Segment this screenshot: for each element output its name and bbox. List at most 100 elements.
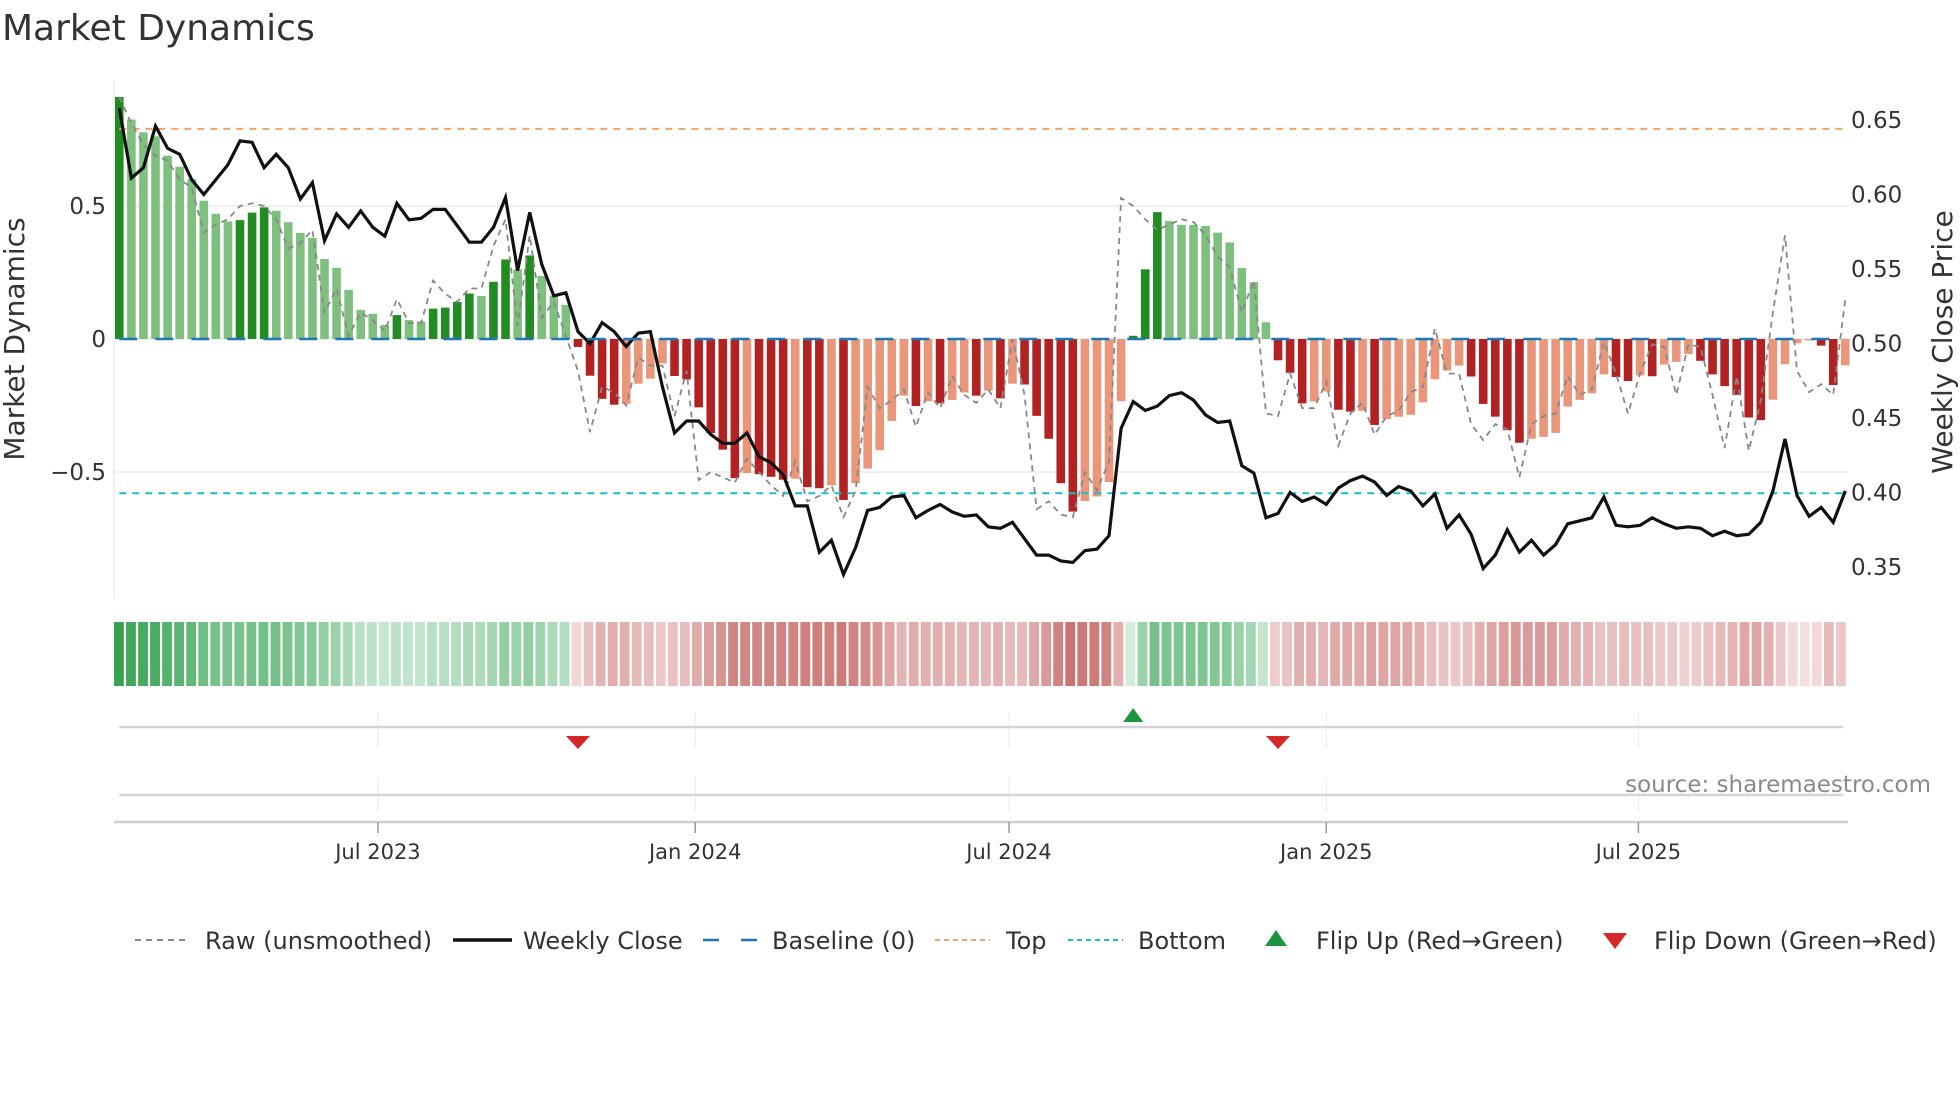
legend-label: Weekly Close [523, 927, 683, 955]
y-tick-label: −0.5 [50, 460, 106, 486]
x-tick-label: Jan 2024 [647, 840, 742, 864]
dynamics-bar [1261, 322, 1271, 339]
dynamics-bar [489, 281, 498, 339]
dynamics-bar [368, 313, 378, 339]
heatmap-cell [1257, 622, 1268, 686]
legend-label: Flip Up (Red→Green) [1316, 927, 1564, 955]
legend-item-flip_up: Flip Up (Red→Green) [1265, 927, 1564, 955]
dynamics-bar [1418, 339, 1428, 403]
heatmap-cell [1426, 622, 1437, 686]
dynamics-bar [440, 307, 450, 339]
heatmap-cell [1077, 622, 1088, 686]
dynamics-bar [428, 308, 438, 339]
heatmap-cell [174, 622, 185, 686]
heatmap-cell [390, 622, 401, 686]
dynamics-bar [211, 213, 221, 339]
heatmap-cell [812, 622, 823, 686]
dynamics-bar [911, 339, 921, 407]
y-tick-label: 0.5 [69, 194, 106, 220]
dynamics-bar [839, 339, 848, 500]
dynamics-bar [706, 339, 716, 434]
heatmap-cell [1462, 622, 1473, 686]
heatmap-cell [920, 622, 931, 686]
dynamics-bar [175, 166, 184, 339]
dynamics-bar [235, 220, 245, 339]
heatmap-cell [1005, 622, 1015, 686]
dynamics-bar [452, 302, 462, 339]
heatmap-cell [354, 622, 365, 686]
heatmap-cell [716, 622, 726, 686]
dynamics-bar [1768, 339, 1778, 400]
heatmap-cell [1474, 622, 1485, 686]
x-tick-label: Jul 2025 [1594, 840, 1681, 864]
heatmap-cell [776, 622, 787, 686]
heatmap-cell [1270, 622, 1280, 686]
dynamics-bar [320, 258, 329, 339]
heatmap-cell [114, 622, 124, 686]
dynamics-bar [1358, 339, 1367, 411]
heatmap-cell [667, 622, 678, 686]
legend-item-top: Top [935, 927, 1047, 955]
y2-tick-label: 0.50 [1851, 332, 1902, 358]
heatmap-cell [1811, 622, 1822, 686]
heatmap-cell [1414, 622, 1425, 686]
dynamics-bar [1382, 339, 1391, 420]
heatmap-cell [1342, 622, 1353, 686]
raw-line [118, 96, 1847, 520]
dynamics-bar [1478, 339, 1488, 404]
heatmap-cell [1775, 622, 1786, 686]
x-tick-label: Jul 2023 [333, 840, 420, 864]
dynamics-bar [1466, 339, 1476, 377]
heatmap-cell [415, 622, 425, 686]
dynamics-bar [875, 339, 885, 451]
heatmap-cell [234, 622, 245, 686]
dynamics-bar [1334, 339, 1343, 410]
heatmap-cell [1522, 622, 1533, 686]
heatmap-cell [1510, 622, 1521, 686]
heatmap-cell [1486, 622, 1497, 686]
dynamics-bar [1406, 339, 1416, 415]
heatmap-cell [1173, 622, 1184, 686]
dynamics-bar [996, 339, 1005, 399]
y2-tick-label: 0.60 [1851, 183, 1902, 209]
heatmap-cell [860, 622, 871, 686]
weekly-close-line [117, 107, 1847, 579]
dynamics-bar [1201, 225, 1210, 339]
heatmap-cell [1197, 622, 1208, 686]
heatmap-cell [1823, 622, 1834, 686]
heatmap-cell [704, 622, 714, 686]
heatmap-cell [583, 622, 594, 686]
dynamics-bar [670, 339, 679, 376]
dynamics-bar [1213, 232, 1222, 339]
heatmap-cell [1390, 622, 1401, 686]
heatmap-cell [1185, 622, 1196, 686]
heatmap-cell [403, 622, 413, 686]
heatmap-cell [1727, 622, 1738, 686]
dynamics-bar [730, 339, 740, 479]
dynamics-bar [1056, 339, 1066, 484]
legend-label: Flip Down (Green→Red) [1654, 927, 1937, 955]
y-tick-label: 0 [91, 327, 106, 353]
heatmap-cell [511, 622, 522, 686]
dynamics-bar [477, 295, 486, 339]
heatmap-cell [535, 622, 546, 686]
heatmap-cell [378, 622, 389, 686]
flip-down-marker [1266, 736, 1291, 749]
heatmap-cell [1679, 622, 1690, 686]
heatmap-cell [1546, 622, 1557, 686]
heatmap-cell [1691, 622, 1702, 686]
dynamics-bar [1635, 339, 1645, 376]
dynamics-bar [694, 339, 703, 408]
heatmap-cell [342, 622, 353, 686]
y2-tick-label: 0.40 [1851, 481, 1902, 507]
heatmap-cell [1209, 622, 1220, 686]
heatmap-cell [366, 622, 377, 686]
dynamics-bar [1563, 339, 1572, 407]
left-axis-title: Market Dynamics [0, 217, 31, 460]
y2-tick-label: 0.35 [1851, 555, 1902, 581]
dynamics-bar [1659, 339, 1669, 365]
heatmap-cell [1607, 622, 1618, 686]
heatmap-cell [1402, 622, 1413, 686]
dynamics-bar [271, 210, 281, 339]
heatmap-cell [884, 622, 895, 686]
